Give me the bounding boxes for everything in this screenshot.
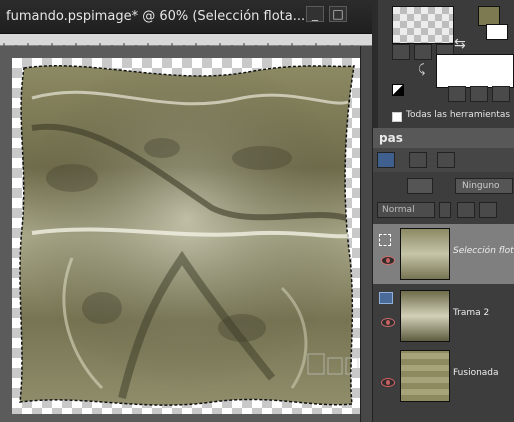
link-toggle[interactable]	[407, 178, 433, 194]
canvas-area[interactable]	[0, 46, 372, 422]
bg-style-pattern-button[interactable]	[492, 86, 510, 102]
visibility-eye-icon[interactable]	[381, 378, 395, 387]
all-tools-checkbox[interactable]	[392, 112, 402, 122]
document-title-bar[interactable]: fumando.pspimage* @ 60% (Selección flota…	[0, 0, 372, 34]
style-gradient-button[interactable]	[414, 44, 432, 60]
layer-row[interactable]: Trama 2	[373, 286, 514, 346]
background-material-box[interactable]	[436, 54, 514, 88]
horizontal-ruler	[0, 34, 372, 49]
opacity-control[interactable]	[457, 202, 475, 218]
bg-style-gradient-button[interactable]	[470, 86, 488, 102]
visibility-eye-icon[interactable]	[381, 256, 395, 265]
vertical-scrollbar[interactable]	[360, 46, 372, 422]
foreground-color-swatch[interactable]	[478, 6, 500, 26]
raster-layer-icon	[379, 292, 393, 304]
layers-palette: pas Ninguno Normal Selección flotante	[372, 128, 514, 422]
maximize-button[interactable]: □	[329, 6, 347, 22]
layer-properties-button[interactable]	[437, 152, 455, 168]
layer-name: Selección flotante	[453, 246, 514, 256]
blend-mode-dropdown-icon[interactable]	[439, 202, 451, 218]
layer-name: Fusionada	[453, 368, 499, 378]
layer-thumbnail	[400, 228, 450, 280]
document-window: fumando.pspimage* @ 60% (Selección flota…	[0, 0, 372, 422]
materials-palette: ⇆ ⤹ Todas las herramientas	[378, 0, 514, 128]
mask-selector[interactable]: Ninguno	[455, 178, 513, 194]
visibility-eye-icon[interactable]	[381, 318, 395, 327]
swap-arrow-icon[interactable]: ⤹	[418, 62, 425, 77]
layer-row[interactable]: Fusionada	[373, 346, 514, 406]
layers-title: pas	[373, 128, 514, 148]
blend-row: Normal	[373, 200, 514, 220]
new-layer-button[interactable]	[377, 152, 395, 168]
all-tools-label: Todas las herramientas	[406, 110, 511, 120]
style-color-button[interactable]	[392, 44, 410, 60]
pattern-swatch[interactable]	[392, 6, 454, 44]
selection-icon	[379, 234, 391, 246]
layer-thumbnail	[400, 290, 450, 342]
blend-mode-select[interactable]: Normal	[377, 202, 435, 218]
minimize-button[interactable]: _	[306, 6, 324, 22]
lock-icon[interactable]	[479, 202, 497, 218]
bg-style-color-button[interactable]	[448, 86, 466, 102]
layer-name: Trama 2	[453, 308, 490, 318]
psp-workspace: fumando.pspimage* @ 60% (Selección flota…	[0, 0, 514, 422]
mask-row: Ninguno	[373, 176, 514, 196]
warped-artwork[interactable]	[12, 58, 360, 414]
swap-colors-icon[interactable]: ⇆	[454, 36, 466, 52]
document-title: fumando.pspimage* @ 60% (Selección flota…	[6, 9, 306, 24]
background-color-swatch[interactable]	[486, 24, 508, 40]
reset-colors-icon[interactable]	[392, 84, 404, 96]
layer-thumbnail	[400, 350, 450, 402]
layers-toolbar	[373, 148, 514, 172]
layer-row[interactable]: Selección flotante	[373, 224, 514, 284]
delete-layer-button[interactable]	[409, 152, 427, 168]
